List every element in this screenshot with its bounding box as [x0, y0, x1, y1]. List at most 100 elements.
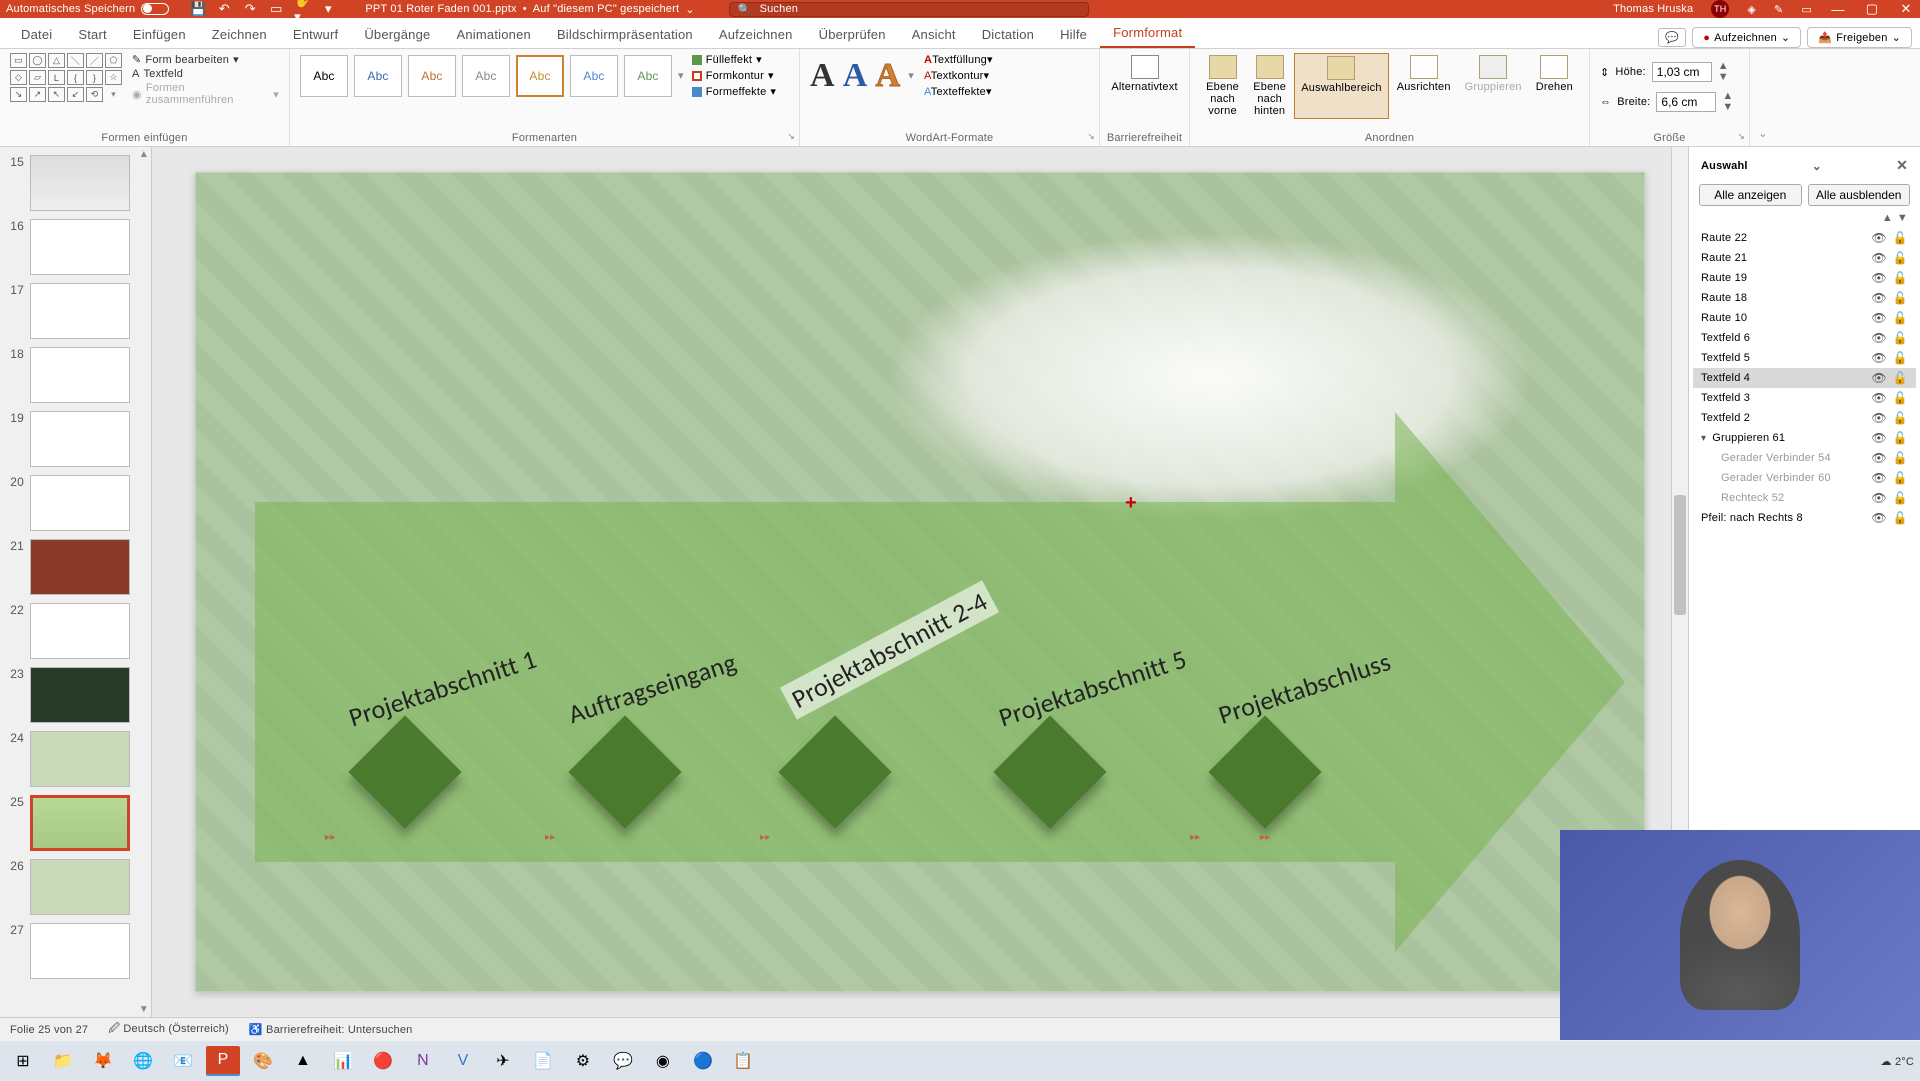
- shape-outline-button[interactable]: Formkontur▾: [692, 69, 776, 82]
- edit-shape-button[interactable]: ✎Form bearbeiten▾: [132, 53, 279, 66]
- slide-thumb-15[interactable]: [30, 155, 130, 211]
- tab-ueberpruefen[interactable]: Überprüfen: [806, 21, 899, 48]
- lock-icon[interactable]: 🔓: [1893, 491, 1908, 505]
- visibility-icon[interactable]: 👁: [1871, 231, 1886, 245]
- tab-einfuegen[interactable]: Einfügen: [120, 21, 199, 48]
- styles-more-icon[interactable]: ▾: [678, 69, 684, 82]
- lock-icon[interactable]: 🔓: [1893, 251, 1908, 265]
- outlook-icon[interactable]: 📧: [166, 1046, 200, 1076]
- tab-formformat[interactable]: Formformat: [1100, 19, 1195, 48]
- autosave-toggle[interactable]: [141, 3, 169, 15]
- filename-area[interactable]: PPT 01 Roter Faden 001.pptx • Auf "diese…: [365, 3, 694, 16]
- show-all-button[interactable]: Alle anzeigen: [1699, 184, 1802, 206]
- sel-item[interactable]: Raute 22👁🔓: [1693, 228, 1916, 248]
- lock-icon[interactable]: 🔓: [1893, 231, 1908, 245]
- window-icon[interactable]: ▭: [1801, 3, 1812, 16]
- weather-widget[interactable]: ☁ 2°C: [1880, 1055, 1914, 1068]
- file-explorer-icon[interactable]: 📁: [46, 1046, 80, 1076]
- visibility-icon[interactable]: 👁: [1871, 391, 1886, 405]
- touch-mode-icon[interactable]: ✋▾: [295, 2, 309, 16]
- slide-thumb-20[interactable]: [30, 475, 130, 531]
- tab-hilfe[interactable]: Hilfe: [1047, 21, 1100, 48]
- slide-thumb-24[interactable]: [30, 731, 130, 787]
- minimize-button[interactable]: —: [1830, 2, 1846, 17]
- accessibility-indicator[interactable]: ♿ Barrierefreiheit: Untersuchen: [249, 1023, 413, 1036]
- lock-icon[interactable]: 🔓: [1893, 331, 1908, 345]
- rotation-handle[interactable]: +: [1125, 492, 1137, 515]
- lock-icon[interactable]: 🔓: [1893, 271, 1908, 285]
- lock-icon[interactable]: 🔓: [1893, 511, 1908, 525]
- visibility-icon[interactable]: 👁: [1871, 371, 1886, 385]
- sel-item[interactable]: Raute 19👁🔓: [1693, 268, 1916, 288]
- visibility-icon[interactable]: 👁: [1871, 251, 1886, 265]
- qat-more-icon[interactable]: ▾: [321, 2, 335, 16]
- visibility-icon[interactable]: 👁: [1871, 311, 1886, 325]
- user-avatar[interactable]: TH: [1711, 0, 1729, 18]
- sel-item-child[interactable]: Gerader Verbinder 54👁🔓: [1693, 448, 1916, 468]
- tab-uebergaenge[interactable]: Übergänge: [351, 21, 443, 48]
- from-beginning-icon[interactable]: ▭: [269, 2, 283, 16]
- app-icon[interactable]: 💬: [606, 1046, 640, 1076]
- width-stepper[interactable]: ▲▼: [1722, 91, 1733, 113]
- windows-taskbar[interactable]: ⊞ 📁 🦊 🌐 📧 P 🎨 ▲ 📊 🔴 N V ✈ 📄 ⚙ 💬 ◉ 🔵 📋 ☁ …: [0, 1041, 1920, 1081]
- rotate-button[interactable]: Drehen: [1530, 53, 1579, 119]
- slide-counter[interactable]: Folie 25 von 27: [10, 1024, 88, 1036]
- shape-effects-button[interactable]: Formeffekte▾: [692, 85, 776, 98]
- height-input[interactable]: [1652, 62, 1712, 82]
- slide-thumb-19[interactable]: [30, 411, 130, 467]
- share-button[interactable]: 📤Freigeben⌄: [1807, 27, 1912, 48]
- send-backward-button[interactable]: Ebene nach hinten: [1247, 53, 1292, 119]
- start-button[interactable]: ⊞: [6, 1046, 40, 1076]
- hide-all-button[interactable]: Alle ausblenden: [1808, 184, 1911, 206]
- telegram-icon[interactable]: ✈: [486, 1046, 520, 1076]
- width-input[interactable]: [1656, 92, 1716, 112]
- lock-icon[interactable]: 🔓: [1893, 291, 1908, 305]
- close-button[interactable]: ✕: [1898, 1, 1914, 17]
- textbox-button[interactable]: ATextfeld: [132, 68, 279, 80]
- merge-shapes-button[interactable]: ◉Formen zusammenführen▾: [132, 82, 279, 106]
- sel-item[interactable]: Raute 10👁🔓: [1693, 308, 1916, 328]
- collapse-icon[interactable]: ▾: [1701, 433, 1706, 444]
- shape-styles-gallery[interactable]: Abc Abc Abc Abc Abc Abc Abc ▾: [300, 55, 684, 97]
- coming-soon-icon[interactable]: ◈: [1747, 3, 1756, 16]
- app-icon[interactable]: 🔴: [366, 1046, 400, 1076]
- lock-icon[interactable]: 🔓: [1893, 351, 1908, 365]
- search-box[interactable]: 🔍 Suchen: [729, 2, 1089, 17]
- text-fill-button[interactable]: ATextfüllung▾: [924, 53, 993, 66]
- thumbnail-panel[interactable]: ▲ 15 16 17 18 19 20 21 22 23 24 25 26 27…: [0, 147, 152, 1017]
- lock-icon[interactable]: 🔓: [1893, 471, 1908, 485]
- sel-item-group[interactable]: ▾Gruppieren 61👁🔓: [1693, 428, 1916, 448]
- arrow-shape[interactable]: Projektabschnitt 1 Auftragseingang Proje…: [255, 502, 1625, 862]
- lock-icon[interactable]: 🔓: [1893, 311, 1908, 325]
- slide-thumb-22[interactable]: [30, 603, 130, 659]
- bring-forward-button[interactable]: Ebene nach vorne: [1200, 53, 1245, 119]
- tab-bildschirm[interactable]: Bildschirmpräsentation: [544, 21, 706, 48]
- lock-icon[interactable]: 🔓: [1893, 431, 1908, 445]
- sel-item[interactable]: Textfeld 3👁🔓: [1693, 388, 1916, 408]
- visibility-icon[interactable]: 👁: [1871, 291, 1886, 305]
- sel-item-child[interactable]: Rechteck 52👁🔓: [1693, 488, 1916, 508]
- shapes-gallery[interactable]: ▭◯△＼／⬠ ◇▱L{}☆ ↘↗↖↙⟲▾: [10, 53, 122, 106]
- lock-icon[interactable]: 🔓: [1893, 391, 1908, 405]
- collapse-ribbon-button[interactable]: ⌄: [1750, 49, 1776, 146]
- sel-item-child[interactable]: Gerader Verbinder 60👁🔓: [1693, 468, 1916, 488]
- sel-item[interactable]: Textfeld 6👁🔓: [1693, 328, 1916, 348]
- tab-ansicht[interactable]: Ansicht: [899, 21, 969, 48]
- visibility-icon[interactable]: 👁: [1871, 411, 1886, 425]
- visibility-icon[interactable]: 👁: [1871, 451, 1886, 465]
- slide-canvas[interactable]: Projektabschnitt 1 Auftragseingang Proje…: [195, 172, 1645, 992]
- slide-thumb-27[interactable]: [30, 923, 130, 979]
- wordart-dialog-launcher[interactable]: ↘: [1087, 131, 1095, 142]
- thumbs-scroll-up[interactable]: ▲: [139, 149, 149, 160]
- app-icon[interactable]: V: [446, 1046, 480, 1076]
- app-icon[interactable]: 📄: [526, 1046, 560, 1076]
- wordart-gallery[interactable]: A A A ▾: [810, 57, 914, 95]
- wordart-more-icon[interactable]: ▾: [908, 69, 914, 82]
- draw-icon[interactable]: ✎: [1774, 3, 1783, 16]
- slide-thumb-23[interactable]: [30, 667, 130, 723]
- slide-editor[interactable]: Projektabschnitt 1 Auftragseingang Proje…: [152, 147, 1688, 1017]
- group-button[interactable]: Gruppieren: [1459, 53, 1528, 119]
- tab-animationen[interactable]: Animationen: [443, 21, 543, 48]
- tab-dictation[interactable]: Dictation: [969, 21, 1047, 48]
- lock-icon[interactable]: 🔓: [1893, 451, 1908, 465]
